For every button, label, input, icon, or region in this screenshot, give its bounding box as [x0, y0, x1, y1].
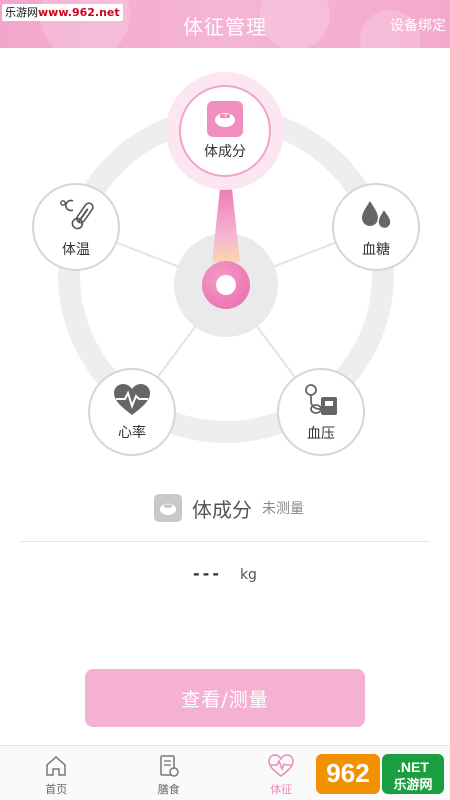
- node-label: 体温: [62, 242, 90, 258]
- measurement-title: 体成分: [192, 497, 252, 522]
- node-label: 体成分: [204, 144, 246, 160]
- measurement-unit: kg: [239, 567, 257, 583]
- dial-center-knob[interactable]: [202, 261, 250, 309]
- node-label: 血糖: [362, 242, 390, 258]
- watermark-logo-art: 962 .NET 乐游网: [316, 754, 444, 794]
- tab-home[interactable]: 首页: [0, 746, 113, 800]
- view-measure-button[interactable]: 查看/测量: [85, 669, 365, 727]
- tab-label: 膳食: [157, 783, 180, 796]
- heart-monitor-icon: [268, 754, 295, 777]
- tab-diet[interactable]: 膳食: [113, 746, 226, 800]
- node-glucose[interactable]: 血糖: [332, 183, 420, 271]
- scale-icon: [154, 494, 182, 522]
- measurement-header: 体成分 未测量: [154, 492, 304, 524]
- node-temperature[interactable]: 体温: [32, 183, 120, 271]
- node-blood-pressure[interactable]: 血压: [277, 368, 365, 456]
- node-label: 心率: [118, 425, 146, 441]
- scale-icon: [207, 101, 243, 137]
- measurement-value: ---: [193, 564, 222, 583]
- thermometer-icon: [60, 199, 94, 230]
- watermark-logo: 962 .NET 乐游网: [316, 752, 446, 796]
- app-screen: 体征管理 设备绑定 乐游网www.962.net 体成分 体温 血糖 心率 血压…: [0, 0, 450, 800]
- svg-text:.NET: .NET: [397, 759, 429, 775]
- blood-pressure-icon: [305, 384, 337, 415]
- svg-text:乐游网: 乐游网: [393, 777, 432, 793]
- diet-icon: [160, 755, 179, 777]
- droplets-icon: [362, 201, 392, 230]
- home-icon: [46, 755, 66, 776]
- tab-label: 体征: [270, 783, 293, 796]
- node-heart-rate[interactable]: 心率: [88, 368, 176, 456]
- svg-text:962: 962: [326, 758, 369, 788]
- tab-label: 首页: [45, 783, 68, 796]
- measurement-value-row: --- kg: [0, 564, 450, 583]
- divider: [20, 541, 430, 542]
- measurement-status: 未测量: [262, 501, 304, 517]
- node-label: 血压: [307, 426, 335, 442]
- node-body-composition[interactable]: 体成分: [179, 85, 271, 177]
- heart-pulse-icon: [114, 384, 150, 415]
